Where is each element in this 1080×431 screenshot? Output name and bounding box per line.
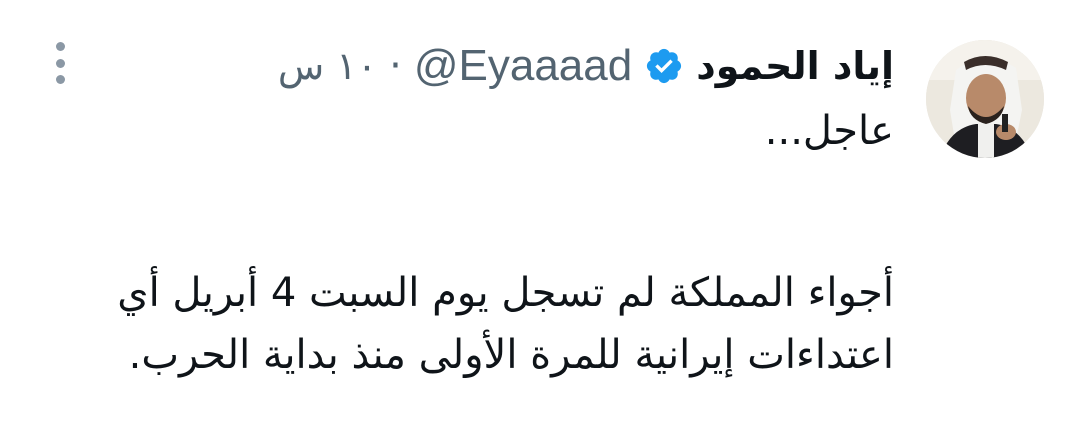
tweet-text: عاجل... أجواء المملكة لم تسجل يوم السبت … — [64, 100, 894, 386]
avatar[interactable] — [926, 40, 1044, 158]
author-display-name[interactable]: إياد الحمود — [696, 44, 894, 88]
profile-photo-icon — [926, 40, 1044, 158]
tweet-text-line: عاجل... — [764, 108, 894, 154]
tweet-header: إياد الحمود @Eyaaaad · ١٠ س — [278, 36, 894, 96]
tweet-card[interactable]: إياد الحمود @Eyaaaad · ١٠ س عاجل... أجوا… — [0, 0, 1080, 431]
author-handle[interactable]: @Eyaaaad — [414, 41, 632, 91]
tweet-timestamp[interactable]: ١٠ س — [278, 44, 377, 88]
more-vertical-icon-dot — [55, 75, 65, 84]
more-options-button[interactable] — [48, 42, 72, 84]
tweet-text-line: اعتداءات إيرانية للمرة الأولى منذ بداية … — [128, 332, 894, 378]
header-separator: · — [389, 43, 402, 89]
tweet-text-line: أجواء المملكة لم تسجل يوم السبت 4 أبريل … — [117, 270, 894, 316]
more-vertical-icon-dot — [55, 58, 65, 68]
verified-badge-icon — [644, 46, 684, 86]
tweet-text-spacer — [64, 162, 894, 262]
more-vertical-icon — [55, 42, 65, 51]
